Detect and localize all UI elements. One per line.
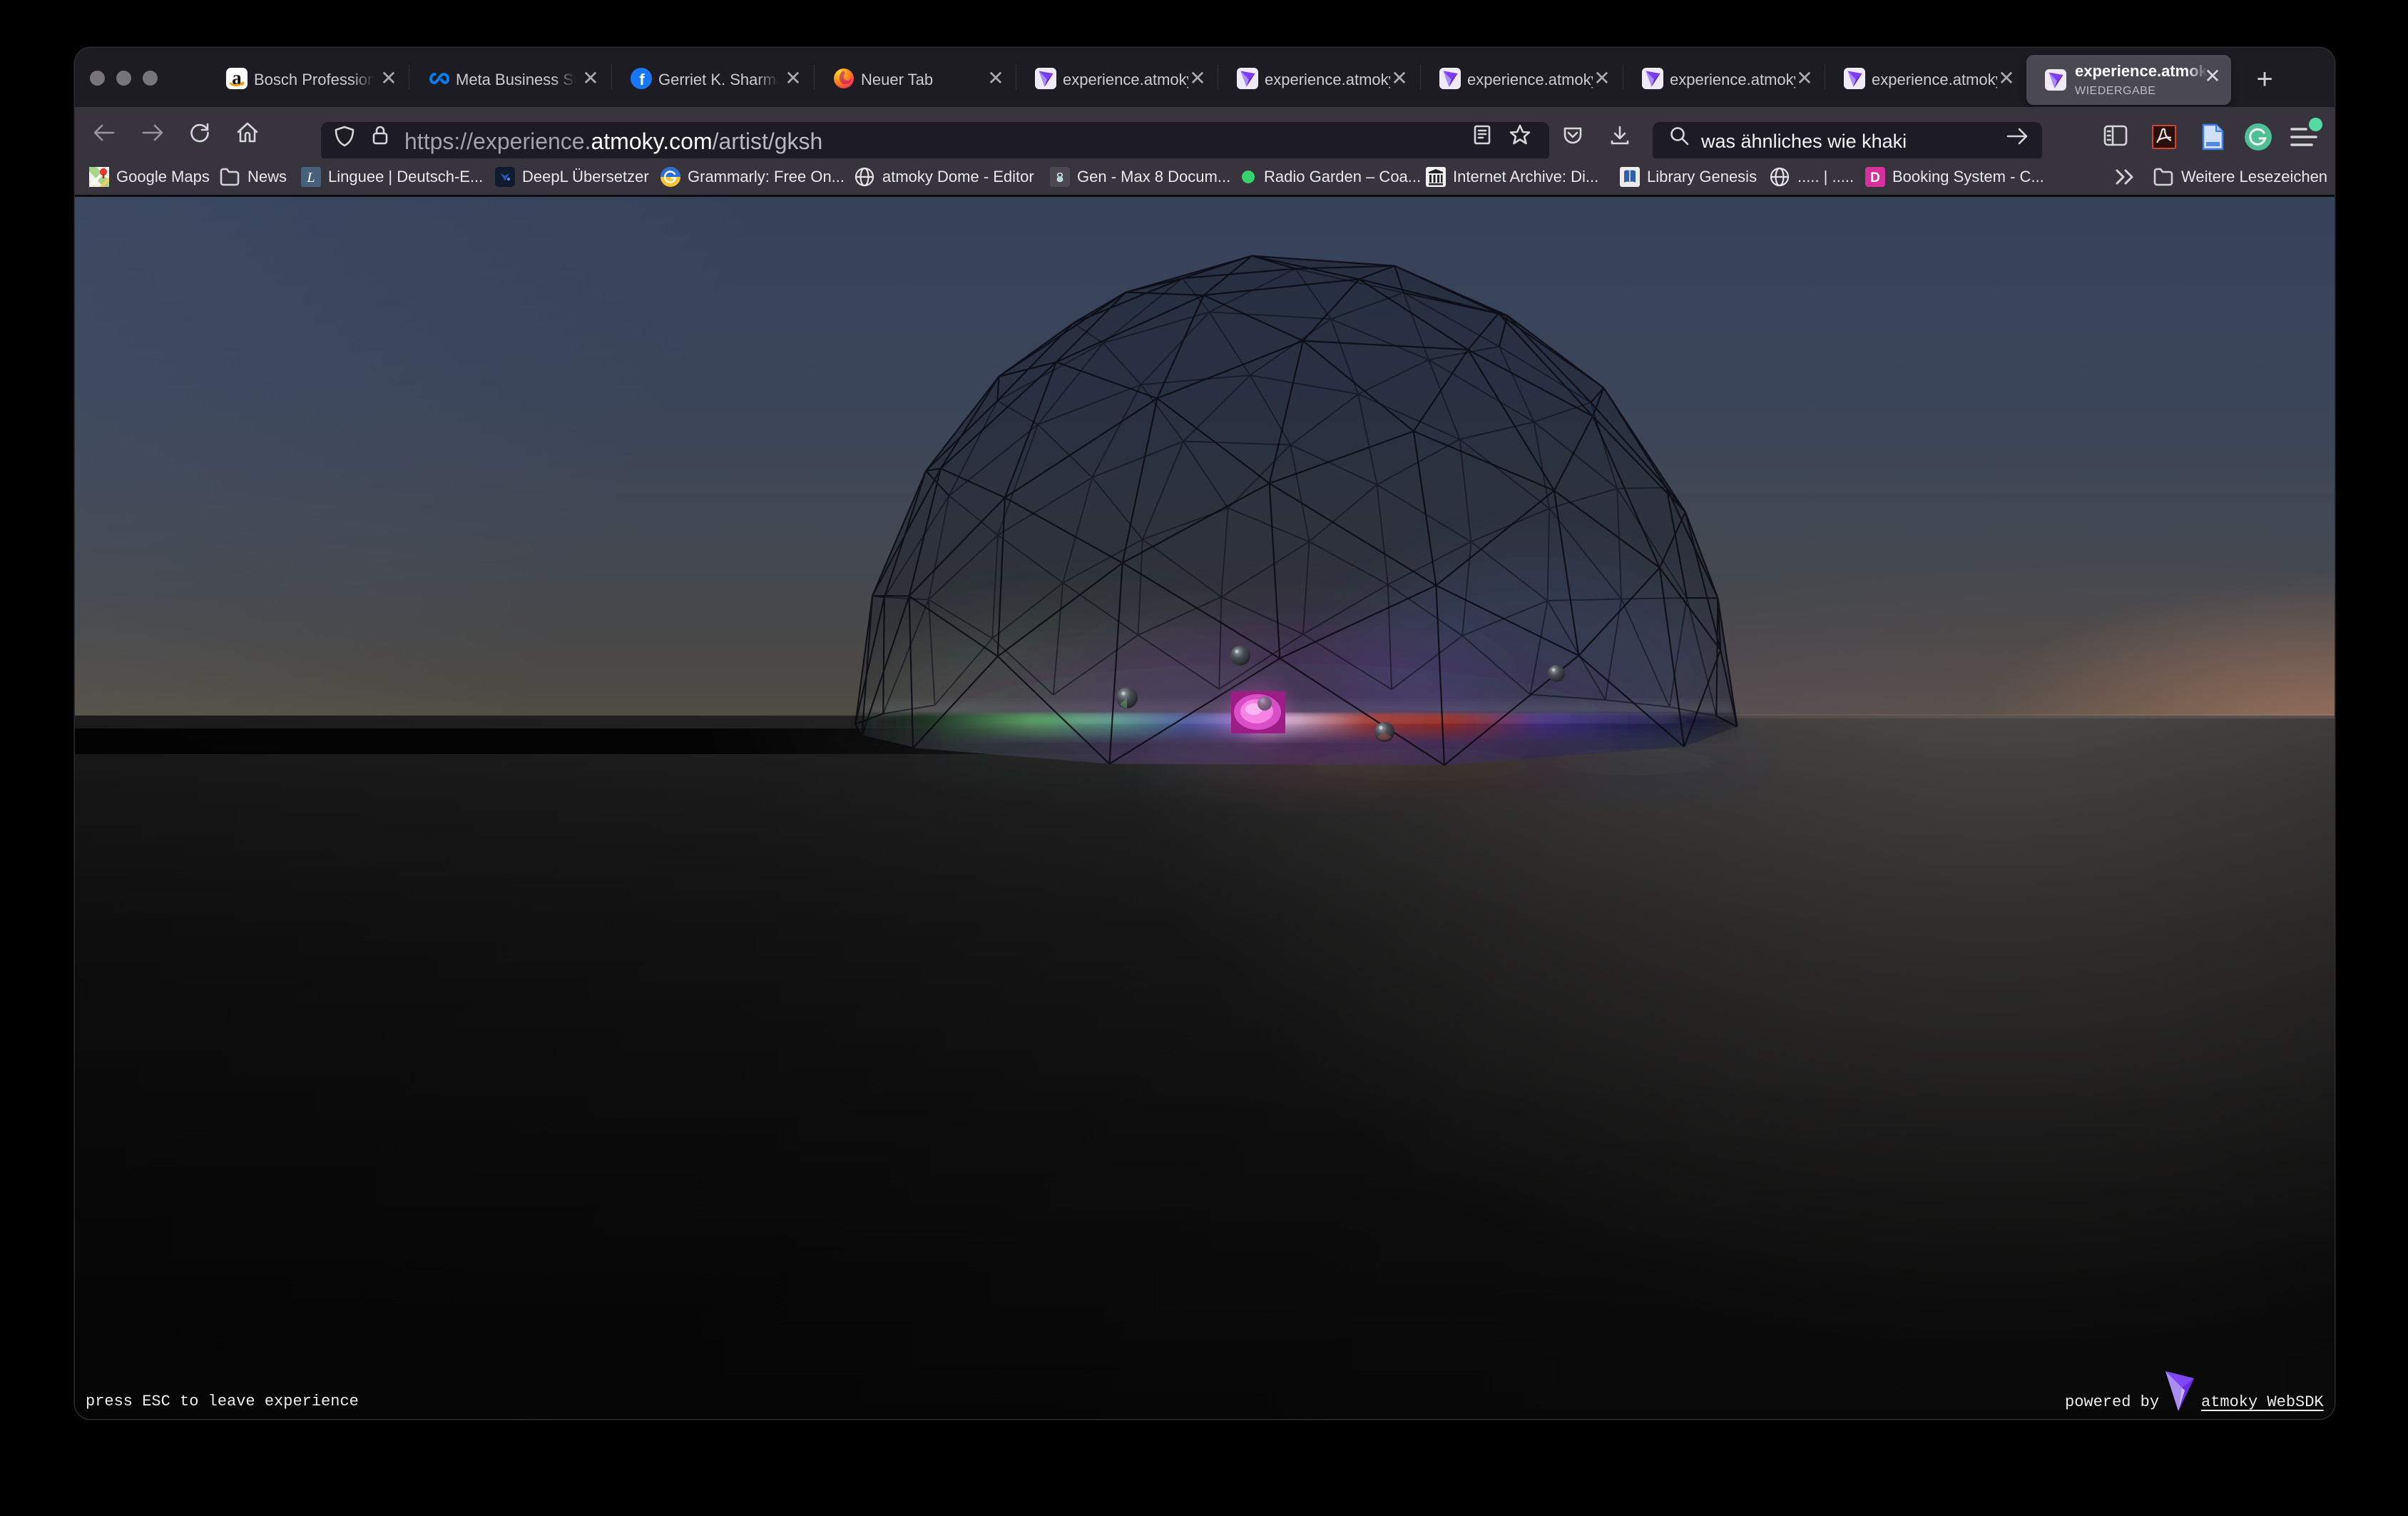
svg-text:L: L xyxy=(306,170,315,185)
svg-text:f: f xyxy=(639,71,645,88)
svg-text:D: D xyxy=(1870,171,1880,185)
